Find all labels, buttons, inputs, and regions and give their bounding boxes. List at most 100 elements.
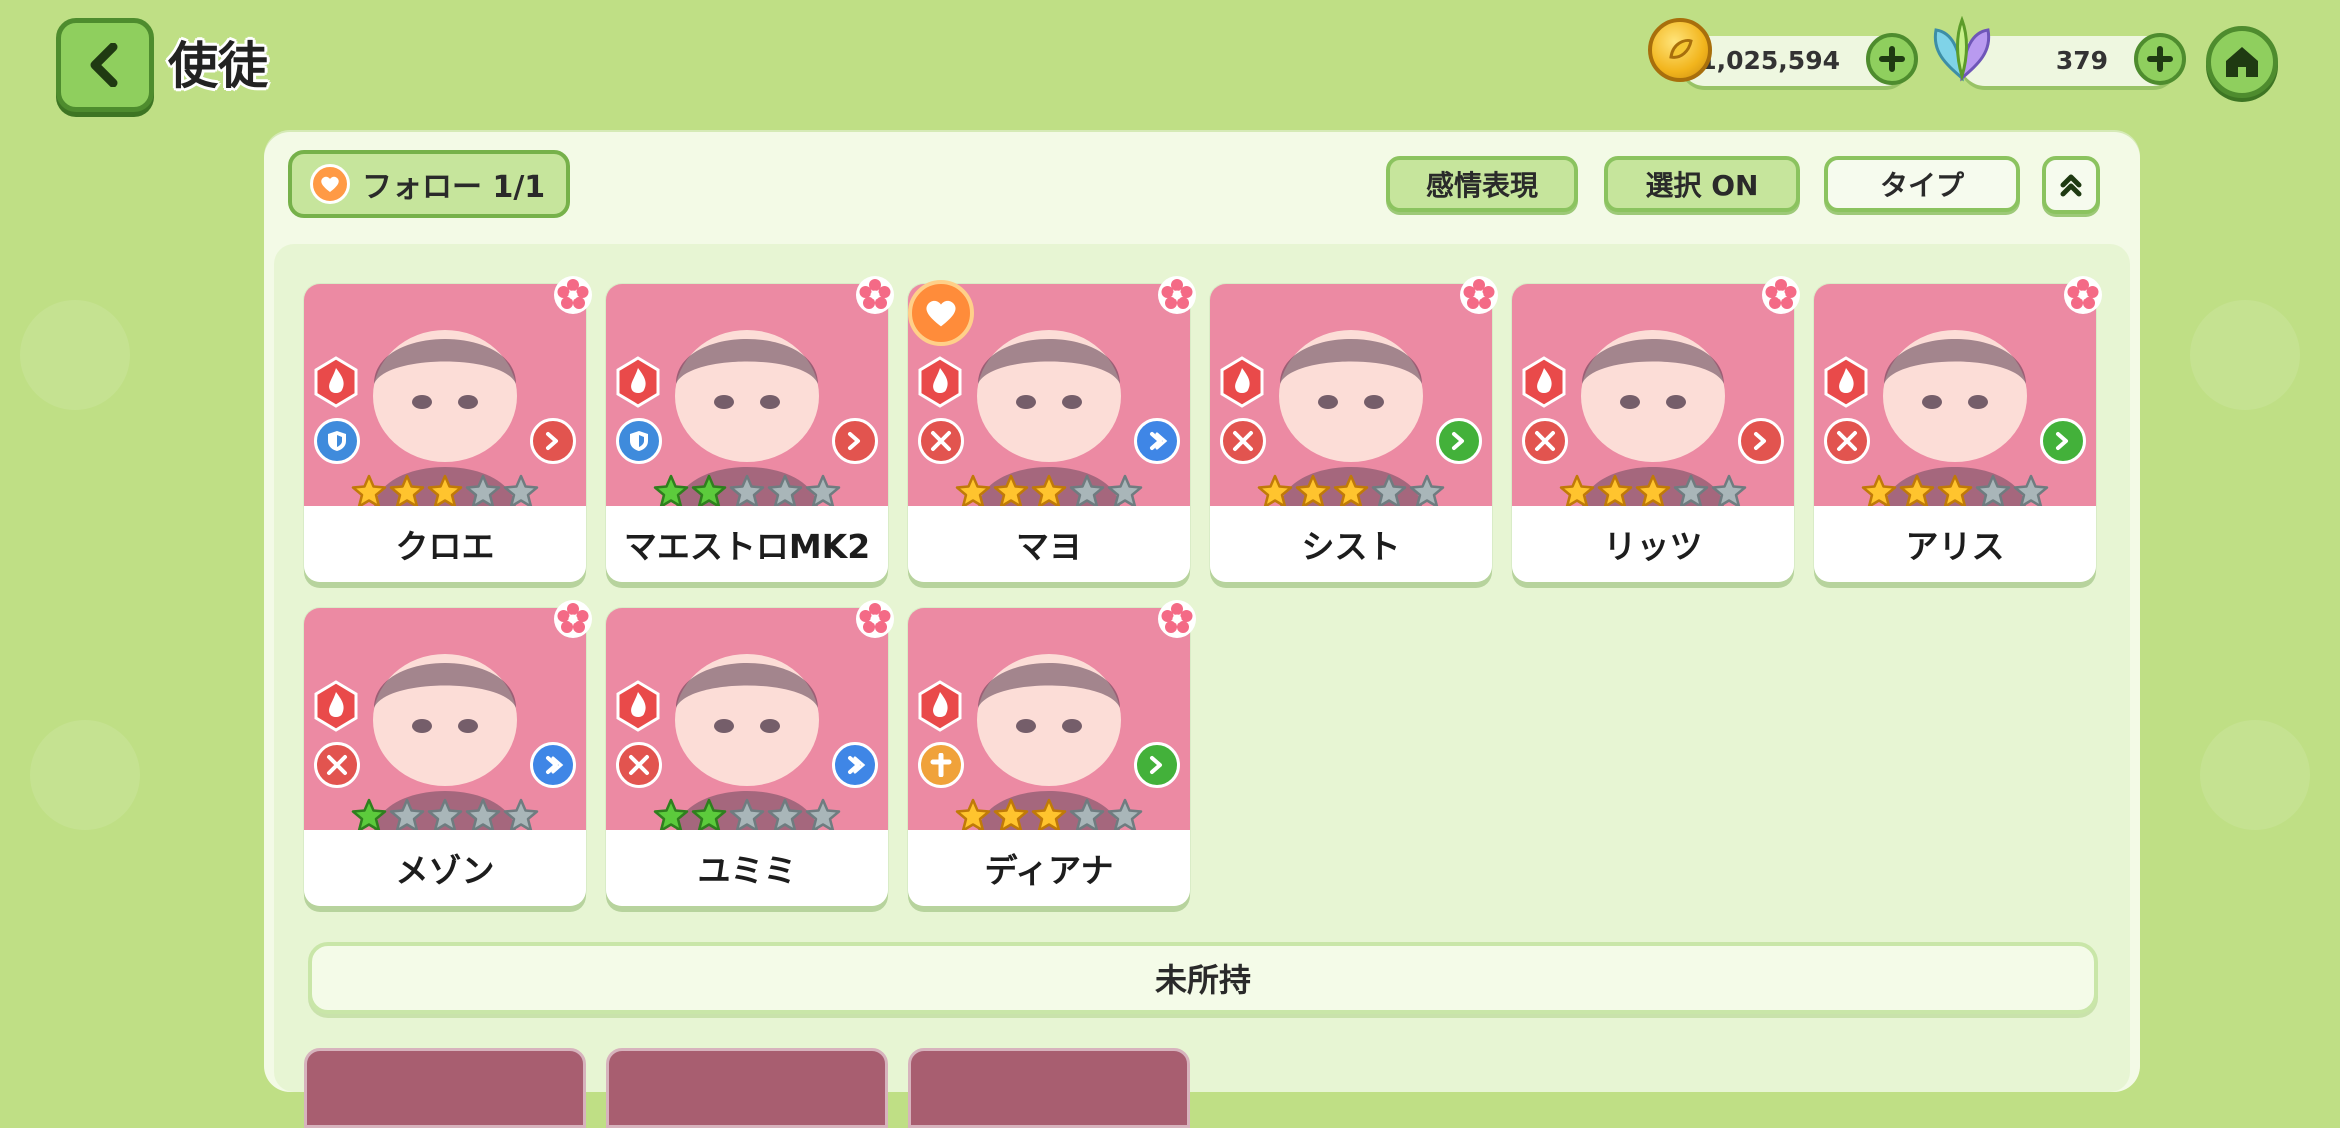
sword-icon [1220,418,1266,464]
star-empty-icon [1107,798,1143,832]
star-empty-icon [729,474,765,508]
follow-button[interactable]: フォロー 1/1 [288,150,570,218]
fire-element-icon [1522,356,1566,408]
fire-element-icon [314,680,358,732]
fire-element-icon [918,356,962,408]
type-filter-button[interactable]: タイプ [1824,156,2020,212]
star-empty-icon [465,798,501,832]
star-filled-icon [653,474,689,508]
fire-element-icon [918,680,962,732]
speed-chevron-icon [1436,418,1482,464]
star-filled-icon [955,798,991,832]
locked-character-card[interactable] [304,1048,586,1128]
star-filled-icon [1295,474,1331,508]
star-rating [908,474,1190,510]
flower-badge-icon [1158,600,1196,638]
fire-element-icon [314,356,358,408]
speed-chevron-icon [530,418,576,464]
flower-badge-icon [1460,276,1498,314]
cross-icon [918,742,964,788]
back-button[interactable] [56,18,154,112]
star-filled-icon [389,474,425,508]
star-filled-icon [1635,474,1671,508]
gold-counter: 1,025,594 [1680,33,1918,86]
star-filled-icon [1559,474,1595,508]
star-filled-icon [653,798,689,832]
star-filled-icon [691,474,727,508]
star-filled-icon [1333,474,1369,508]
character-name: アリス [1814,506,2096,582]
character-name: クロエ [304,506,586,582]
character-name: リッツ [1512,506,1794,582]
character-card[interactable]: マヨ [908,276,1196,582]
star-empty-icon [805,474,841,508]
star-rating [304,798,586,834]
star-empty-icon [2013,474,2049,508]
star-empty-icon [1673,474,1709,508]
emotion-button[interactable]: 感情表現 [1386,156,1578,212]
speed-chevron-icon [1134,418,1180,464]
star-filled-icon [351,474,387,508]
sword-icon [314,742,360,788]
speed-chevron-icon [2040,418,2086,464]
gold-amount: 1,025,594 [1699,46,1840,75]
character-name: ユミミ [606,830,888,906]
star-empty-icon [1069,474,1105,508]
star-filled-icon [1861,474,1897,508]
flower-badge-icon [856,600,894,638]
speed-chevron-icon [832,418,878,464]
flower-badge-icon [1158,276,1196,314]
background-decoration [20,300,130,410]
home-icon [2226,47,2258,77]
shield-icon [314,418,360,464]
heart-icon [310,164,350,204]
add-gold-button[interactable] [1866,33,1918,85]
double-chevron-up-icon [2060,174,2082,197]
star-empty-icon [805,798,841,832]
character-name: マヨ [908,506,1190,582]
speed-chevron-icon [832,742,878,788]
fire-element-icon [1824,356,1868,408]
select-toggle-button[interactable]: 選択 ON [1604,156,1800,212]
character-name: メゾン [304,830,586,906]
flower-badge-icon [554,600,592,638]
gem-amount: 379 [2055,46,2108,75]
gold-coin-icon [1648,18,1712,82]
star-rating [304,474,586,510]
collapse-button[interactable] [2042,156,2100,214]
character-card[interactable]: メゾン [304,600,592,906]
character-card[interactable]: ディアナ [908,600,1196,906]
star-filled-icon [1031,798,1067,832]
star-empty-icon [503,474,539,508]
star-rating [1814,474,2096,510]
star-filled-icon [1597,474,1633,508]
home-button[interactable] [2206,26,2278,98]
star-empty-icon [1975,474,2011,508]
add-gem-button[interactable] [2134,33,2186,85]
character-card[interactable]: シスト [1210,276,1498,582]
crystal-leaf-icon [1933,16,1991,82]
unowned-section-header[interactable]: 未所持 [308,942,2098,1014]
speed-chevron-icon [1738,418,1784,464]
star-empty-icon [389,798,425,832]
star-filled-icon [691,798,727,832]
sword-icon [1824,418,1870,464]
star-filled-icon [1031,474,1067,508]
background-decoration [30,720,140,830]
background-decoration [2190,300,2300,410]
locked-character-card[interactable] [908,1048,1190,1128]
character-card[interactable]: ユミミ [606,600,894,906]
character-card[interactable]: リッツ [1512,276,1800,582]
background-decoration [2200,720,2310,830]
star-rating [606,474,888,510]
star-rating [1512,474,1794,510]
locked-character-card[interactable] [606,1048,888,1128]
chevron-left-icon [90,43,118,87]
character-card[interactable]: マエストロMK2 [606,276,894,582]
speed-chevron-icon [530,742,576,788]
speed-chevron-icon [1134,742,1180,788]
character-name: マエストロMK2 [606,506,888,582]
character-card[interactable]: アリス [1814,276,2102,582]
character-name: ディアナ [908,830,1190,906]
character-card[interactable]: クロエ [304,276,592,582]
